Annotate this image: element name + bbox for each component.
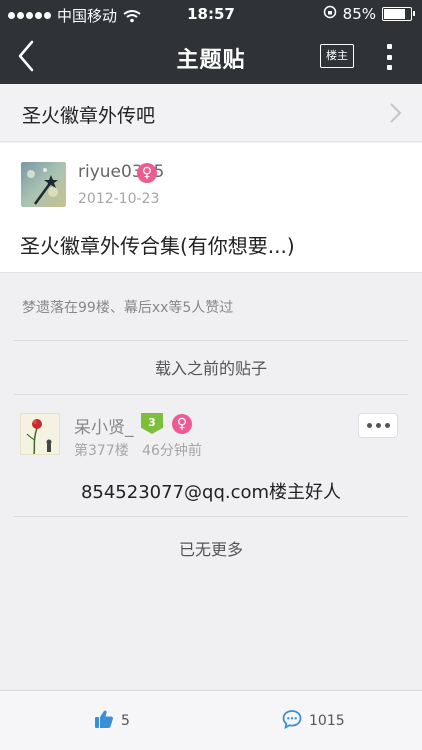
reply-meta: 第377楼 46分钟前 xyxy=(74,440,202,460)
likes-summary[interactable]: 梦遗落在99楼、幕后xx等5人赞过 xyxy=(22,297,233,317)
like-button[interactable]: 5 xyxy=(94,709,130,733)
forum-name: 圣火徽章外传吧 xyxy=(22,105,156,127)
level-badge: 3 xyxy=(141,413,163,434)
top-bar: 中国移动 18:57 85% 主题贴 楼主 xyxy=(0,0,422,84)
more-icon[interactable] xyxy=(382,42,396,72)
status-bar: 中国移动 18:57 85% xyxy=(0,0,422,28)
no-more-label: 已无更多 xyxy=(178,540,243,559)
reply-author[interactable]: 呆小贤_ xyxy=(74,413,134,438)
forum-link[interactable]: 圣火徽章外传吧 xyxy=(0,84,422,142)
page-title: 主题贴 xyxy=(176,48,246,73)
reply-content: 854523077@qq.com楼主好人 xyxy=(80,482,342,503)
battery-percent: 85% xyxy=(342,5,376,23)
battery-icon xyxy=(382,7,415,21)
chevron-right-icon xyxy=(388,102,402,124)
rotation-lock-icon xyxy=(323,5,337,23)
thumbs-up-icon xyxy=(94,709,114,733)
like-count: 5 xyxy=(121,713,130,729)
comment-button[interactable]: 1015 xyxy=(282,709,345,733)
divider xyxy=(14,394,408,395)
reply-floor: 第377楼 xyxy=(74,443,129,459)
comment-icon xyxy=(282,709,302,733)
female-icon: ♀ xyxy=(172,414,192,434)
avatar[interactable] xyxy=(20,413,60,455)
comment-count: 1015 xyxy=(309,713,345,729)
load-previous-button[interactable]: 载入之前的贴子 xyxy=(0,355,422,379)
female-icon: ♀ xyxy=(137,163,157,183)
reply-more-button[interactable] xyxy=(358,413,398,438)
avatar[interactable] xyxy=(21,162,66,207)
bottom-bar: 5 1015 xyxy=(0,690,422,750)
divider xyxy=(14,340,408,341)
divider xyxy=(14,516,408,517)
post-date: 2012-10-23 xyxy=(78,191,160,207)
author-only-button[interactable]: 楼主 xyxy=(320,44,354,68)
main-post: riyue0325 ♀ 2012-10-23 圣火徽章外传合集(有你想要...) xyxy=(0,143,422,273)
reply-time: 46分钟前 xyxy=(142,443,202,459)
post-title: 圣火徽章外传合集(有你想要...) xyxy=(20,234,295,258)
nav-bar: 主题贴 楼主 xyxy=(0,28,422,84)
